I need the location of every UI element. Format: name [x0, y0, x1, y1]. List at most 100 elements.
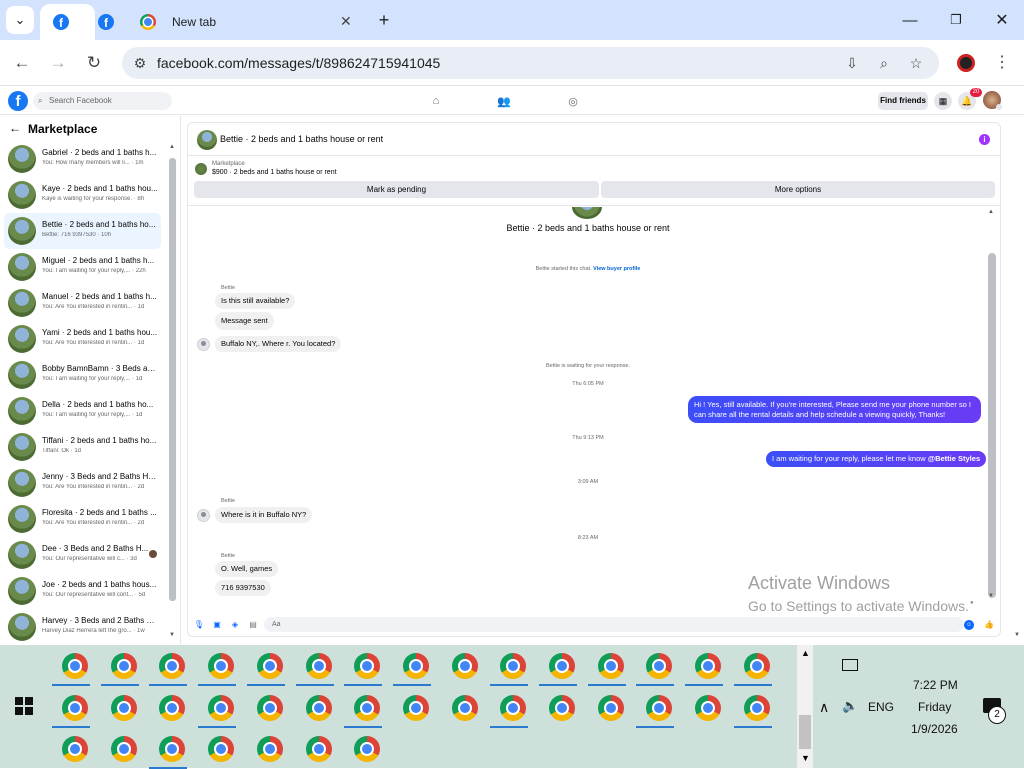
taskbar-scroll-up-arrow[interactable]: ▲: [801, 648, 810, 658]
chrome-taskbar-icon[interactable]: [305, 653, 332, 679]
search-input[interactable]: ⌕ Search Facebook: [33, 92, 172, 110]
outgoing-message[interactable]: I am waiting for your reply, please let …: [766, 451, 987, 467]
sender-avatar[interactable]: [197, 509, 210, 522]
listing-description[interactable]: $900 · 2 beds and 1 baths house or rent: [212, 169, 337, 176]
install-app-icon[interactable]: ⇩: [842, 53, 862, 73]
conversation-item[interactable]: Bettie · 2 beds and 1 baths ho... Bettie:…: [4, 213, 161, 249]
chrome-taskbar-icon[interactable]: [695, 653, 722, 679]
close-window-button[interactable]: ✕: [979, 0, 1024, 40]
chrome-taskbar-icon[interactable]: [597, 695, 624, 721]
conversation-item[interactable]: Floresita · 2 beds and 1 baths ... You: A…: [4, 501, 161, 537]
scroll-down-arrow[interactable]: ▼: [169, 632, 175, 638]
clock-date[interactable]: 1/9/2026: [911, 722, 958, 736]
chrome-taskbar-icon[interactable]: [110, 736, 137, 762]
mark-as-pending-button[interactable]: Mark as pending: [194, 181, 599, 198]
clock-time[interactable]: 7:22 PM: [913, 678, 958, 692]
new-tab-button[interactable]: +: [370, 6, 398, 34]
chrome-taskbar-icon[interactable]: [354, 695, 381, 721]
conversation-item[interactable]: Harvey · 3 Beds and 2 Baths H... Harvey D…: [4, 609, 161, 645]
tab-search-button[interactable]: ⌄: [6, 6, 34, 34]
forward-button[interactable]: →: [44, 49, 72, 77]
site-settings-icon[interactable]: ⚙: [130, 53, 150, 73]
back-arrow-icon[interactable]: ←: [9, 121, 21, 135]
outgoing-message[interactable]: Hi ! Yes, still available. If you're int…: [688, 396, 981, 423]
chat-scroll-down-arrow[interactable]: ▼: [988, 593, 994, 599]
home-icon[interactable]: ⌂: [428, 93, 444, 109]
chrome-taskbar-icon[interactable]: [110, 653, 137, 679]
tab-facebook-active[interactable]: f: [40, 4, 95, 40]
menu-grid-icon[interactable]: ▦: [934, 92, 952, 110]
chrome-taskbar-icon[interactable]: [208, 653, 235, 679]
groups-icon[interactable]: ◎: [565, 93, 581, 109]
chat-avatar[interactable]: [197, 130, 217, 150]
message-input[interactable]: Aa: [264, 617, 964, 632]
page-scroll-down-arrow[interactable]: ▼: [1014, 632, 1020, 638]
url-text[interactable]: facebook.com/messages/t/898624715941045: [157, 55, 440, 71]
conversation-item[interactable]: Gabriel · 2 beds and 1 baths h... You: Ho…: [4, 141, 161, 177]
chat-scrollbar[interactable]: [988, 253, 996, 598]
gif-icon[interactable]: ▤: [248, 619, 258, 629]
chrome-taskbar-icon[interactable]: [646, 653, 673, 679]
listing-thumbnail[interactable]: [195, 163, 207, 175]
chrome-taskbar-icon[interactable]: [354, 736, 381, 762]
incoming-message[interactable]: 716 9397530: [215, 580, 271, 596]
tab-facebook[interactable]: f: [96, 4, 126, 40]
profile-avatar[interactable]: [957, 54, 975, 72]
minimize-button[interactable]: —: [887, 0, 933, 40]
conversation-item[interactable]: Bobby BamnBamn · 3 Beds an... You: I am w…: [4, 357, 161, 393]
chrome-taskbar-icon[interactable]: [62, 695, 88, 721]
sticker-icon[interactable]: ◈: [230, 619, 240, 629]
chrome-taskbar-icon[interactable]: [110, 695, 137, 721]
chrome-taskbar-icon[interactable]: [646, 695, 673, 721]
conversation-item[interactable]: Yami · 2 beds and 1 baths hou... You: Are…: [4, 321, 161, 357]
chrome-taskbar-icon[interactable]: [159, 695, 186, 721]
incoming-message[interactable]: O. Well, games: [215, 561, 279, 577]
windows-start-icon[interactable]: [15, 697, 33, 715]
thread-avatar[interactable]: [572, 207, 602, 219]
zoom-icon[interactable]: ⌕: [874, 53, 894, 73]
microphone-icon[interactable]: 🎙: [194, 619, 204, 629]
chrome-taskbar-icon[interactable]: [305, 695, 332, 721]
chrome-taskbar-icon[interactable]: [549, 695, 575, 721]
chrome-taskbar-icon[interactable]: [597, 653, 624, 679]
friends-icon[interactable]: 👥: [496, 93, 512, 109]
clock-day[interactable]: Friday: [918, 700, 951, 714]
conversation-item[interactable]: Della · 2 beds and 1 baths ho... You: I a…: [4, 393, 161, 429]
chat-scroll-up-arrow[interactable]: ▲: [988, 209, 994, 215]
conversation-item[interactable]: Miguel · 2 beds and 1 baths h... You: I a…: [4, 249, 161, 285]
chrome-taskbar-icon[interactable]: [500, 653, 527, 679]
facebook-logo[interactable]: f: [8, 91, 28, 111]
incoming-message[interactable]: Where is it in Buffalo NY?: [215, 507, 313, 523]
sender-avatar[interactable]: [197, 338, 210, 351]
incoming-message[interactable]: Message sent: [215, 312, 274, 330]
chrome-taskbar-icon[interactable]: [500, 695, 527, 721]
photo-icon[interactable]: ▣: [212, 619, 222, 629]
network-icon[interactable]: [842, 659, 858, 671]
chrome-taskbar-icon[interactable]: [62, 653, 88, 679]
language-indicator[interactable]: ENG: [868, 700, 894, 714]
chrome-taskbar-icon[interactable]: [256, 695, 283, 721]
incoming-message[interactable]: Is this still available?: [215, 293, 296, 309]
conversation-item[interactable]: Jenny · 3 Beds and 2 Baths Ho... You: Are…: [4, 465, 161, 501]
address-bar[interactable]: ⚙ facebook.com/messages/t/89862471594104…: [122, 47, 939, 79]
chrome-taskbar-icon[interactable]: [549, 653, 575, 679]
bookmark-star-icon[interactable]: ☆: [906, 53, 926, 73]
chrome-taskbar-icon[interactable]: [208, 736, 235, 762]
conversation-item[interactable]: Manuel · 2 beds and 1 baths h... You: Are…: [4, 285, 161, 321]
taskbar-scroll-thumb[interactable]: [799, 715, 811, 749]
chrome-taskbar-icon[interactable]: [402, 695, 429, 721]
chrome-taskbar-icon[interactable]: [256, 653, 283, 679]
more-options-button[interactable]: More options: [601, 181, 995, 198]
incoming-message[interactable]: Buffalo NY,. Where r. You located?: [215, 336, 342, 352]
chrome-taskbar-icon[interactable]: [451, 695, 478, 721]
conversation-item[interactable]: Kaye · 2 beds and 1 baths hou... Kaye is …: [4, 177, 161, 213]
chrome-taskbar-icon[interactable]: [402, 653, 429, 679]
chrome-taskbar-icon[interactable]: [743, 695, 770, 721]
chrome-taskbar-icon[interactable]: [451, 653, 478, 679]
chrome-taskbar-icon[interactable]: [159, 653, 186, 679]
chrome-menu-icon[interactable]: ⋮: [994, 52, 1010, 72]
chrome-taskbar-icon[interactable]: [256, 736, 283, 762]
scroll-up-arrow[interactable]: ▲: [169, 144, 175, 150]
find-friends-button[interactable]: Find friends: [878, 92, 928, 110]
reload-button[interactable]: ↻: [80, 49, 108, 77]
